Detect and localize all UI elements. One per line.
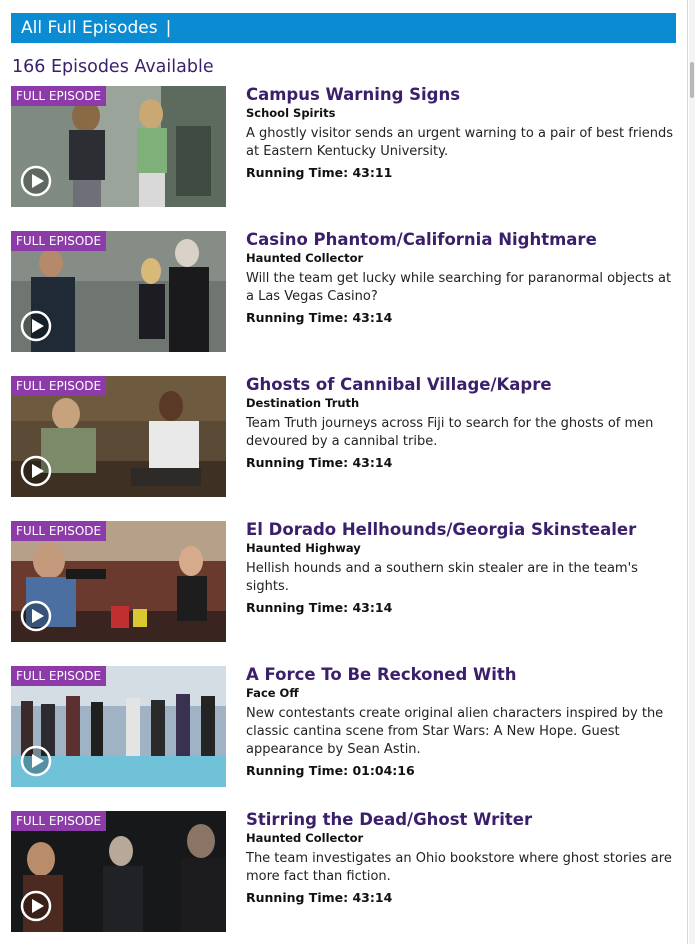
full-episode-badge: FULL EPISODE: [11, 521, 107, 541]
running-time-value: 43:14: [352, 310, 393, 325]
list-item: FULL EPISODE El Dorado Hellhounds/Georgi…: [11, 520, 679, 646]
running-time-label: Running Time:: [246, 600, 349, 615]
episode-description: A ghostly visitor sends an urgent warnin…: [246, 126, 674, 159]
running-time: Running Time: 43:14: [246, 310, 679, 326]
list-item: FULL EPISODE Casino Phantom/California N…: [11, 230, 679, 356]
full-episode-badge: FULL EPISODE: [11, 666, 107, 686]
section-header: All Full Episodes |: [11, 13, 676, 43]
episode-description: New contestants create original alien ch…: [246, 706, 664, 757]
episode-thumbnail[interactable]: FULL EPISODE: [11, 86, 226, 207]
play-icon[interactable]: [20, 310, 52, 342]
episode-title-link[interactable]: A Force To Be Reckoned With: [246, 665, 679, 685]
running-time-value: 01:04:16: [352, 763, 415, 778]
running-time-label: Running Time:: [246, 763, 349, 778]
running-time-value: 43:11: [352, 165, 393, 180]
section-title: All Full Episodes: [21, 18, 158, 38]
episode-description: Will the team get lucky while searching …: [246, 271, 672, 304]
header-separator: |: [165, 18, 172, 38]
list-item: FULL EPISODE A Force To Be Reckoned With…: [11, 665, 679, 791]
episode-thumbnail[interactable]: FULL EPISODE: [11, 521, 226, 642]
full-episode-badge: FULL EPISODE: [11, 231, 107, 251]
episode-title-link[interactable]: El Dorado Hellhounds/Georgia Skinstealer: [246, 520, 679, 540]
show-name: Destination Truth: [246, 396, 360, 410]
running-time: Running Time: 43:14: [246, 600, 679, 616]
episode-info: Stirring the Dead/Ghost Writer Haunted C…: [246, 810, 679, 906]
episode-title-link[interactable]: Casino Phantom/California Nightmare: [246, 230, 679, 250]
running-time-value: 43:14: [352, 600, 393, 615]
running-time: Running Time: 43:14: [246, 455, 679, 471]
episode-thumbnail[interactable]: FULL EPISODE: [11, 231, 226, 352]
play-icon[interactable]: [20, 600, 52, 632]
play-icon[interactable]: [20, 165, 52, 197]
episode-info: Casino Phantom/California Nightmare Haun…: [246, 230, 679, 326]
episode-count: 166 Episodes Available: [12, 57, 214, 77]
show-name: Face Off: [246, 686, 299, 700]
full-episode-badge: FULL EPISODE: [11, 376, 107, 396]
running-time-value: 43:14: [352, 890, 393, 905]
episode-thumbnail[interactable]: FULL EPISODE: [11, 376, 226, 497]
running-time: Running Time: 43:11: [246, 165, 679, 181]
running-time: Running Time: 01:04:16: [246, 763, 679, 779]
episode-info: El Dorado Hellhounds/Georgia Skinstealer…: [246, 520, 679, 616]
show-name: Haunted Highway: [246, 541, 361, 555]
episode-title-link[interactable]: Ghosts of Cannibal Village/Kapre: [246, 375, 679, 395]
episode-title-link[interactable]: Campus Warning Signs: [246, 85, 679, 105]
episode-description: The team investigates an Ohio bookstore …: [246, 851, 672, 884]
show-name: Haunted Collector: [246, 831, 364, 845]
episode-thumbnail[interactable]: FULL EPISODE: [11, 666, 226, 787]
episode-thumbnail[interactable]: FULL EPISODE: [11, 811, 226, 932]
play-icon[interactable]: [20, 455, 52, 487]
episode-info: Campus Warning Signs School Spirits A gh…: [246, 85, 679, 181]
episode-list-panel: All Full Episodes | 166 Episodes Availabl…: [0, 0, 688, 944]
show-name: Haunted Collector: [246, 251, 364, 265]
list-item: FULL EPISODE Stirring the Dead/Ghost Wri…: [11, 810, 679, 936]
running-time-label: Running Time:: [246, 310, 349, 325]
play-icon[interactable]: [20, 745, 52, 777]
episode-description: Team Truth journeys across Fiji to searc…: [246, 416, 654, 449]
scrollbar[interactable]: [689, 0, 695, 944]
episode-info: A Force To Be Reckoned With Face Off New…: [246, 665, 679, 779]
episode-title-link[interactable]: Stirring the Dead/Ghost Writer: [246, 810, 679, 830]
running-time-label: Running Time:: [246, 165, 349, 180]
running-time-label: Running Time:: [246, 455, 349, 470]
play-icon[interactable]: [20, 890, 52, 922]
list-item: FULL EPISODE Ghosts of Cannibal Village/…: [11, 375, 679, 501]
episode-description: Hellish hounds and a southern skin steal…: [246, 561, 638, 594]
running-time-value: 43:14: [352, 455, 393, 470]
show-name: School Spirits: [246, 106, 336, 120]
running-time-label: Running Time:: [246, 890, 349, 905]
episode-info: Ghosts of Cannibal Village/Kapre Destina…: [246, 375, 679, 471]
running-time: Running Time: 43:14: [246, 890, 679, 906]
full-episode-badge: FULL EPISODE: [11, 86, 107, 106]
scrollbar-thumb[interactable]: [690, 62, 694, 98]
list-item: FULL EPISODE Campus Warning Signs School…: [11, 85, 679, 211]
full-episode-badge: FULL EPISODE: [11, 811, 107, 831]
